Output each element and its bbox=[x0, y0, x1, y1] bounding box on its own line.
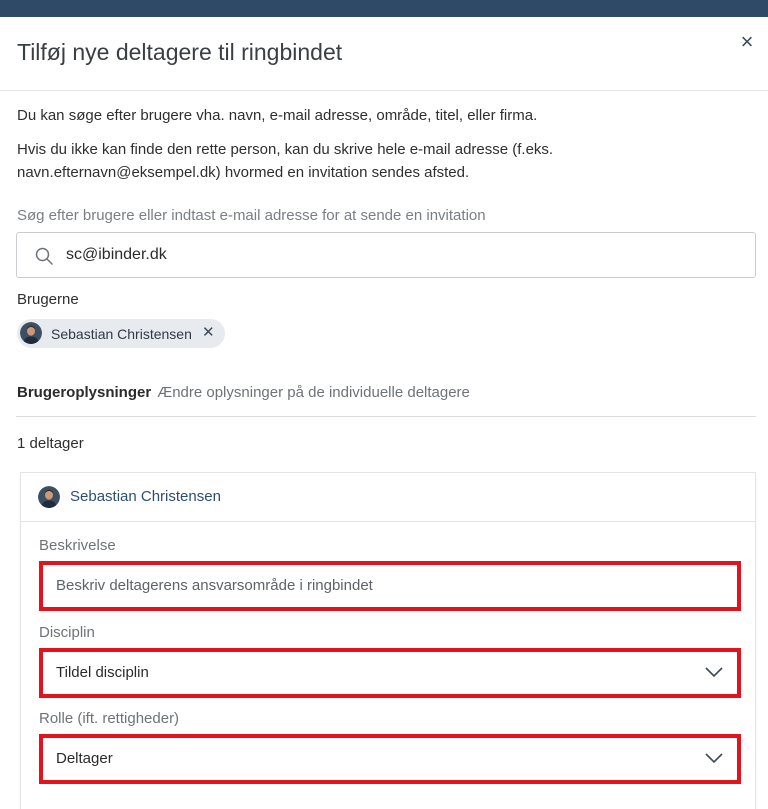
avatar bbox=[20, 322, 42, 344]
user-info-subtitle: Ændre oplysninger på de individuelle del… bbox=[157, 384, 470, 401]
divider bbox=[16, 416, 756, 417]
discipline-label: Disciplin bbox=[39, 624, 95, 641]
role-value: Deltager bbox=[56, 750, 113, 767]
search-input[interactable] bbox=[66, 233, 726, 277]
user-chip: Sebastian Christensen ✕ bbox=[17, 319, 225, 348]
remove-user-button[interactable]: ✕ bbox=[202, 323, 215, 341]
modal-title: Tilføj nye deltagere til ringbindet bbox=[17, 39, 343, 65]
participant-count: 1 deltager bbox=[17, 435, 84, 452]
role-label: Rolle (ift. rettigheder) bbox=[39, 710, 180, 727]
description-placeholder: Beskriv deltagerens ansvarsområde i ring… bbox=[56, 577, 373, 594]
search-box[interactable] bbox=[16, 232, 756, 278]
users-label: Brugerne bbox=[17, 291, 79, 308]
participant-name[interactable]: Sebastian Christensen bbox=[70, 488, 221, 505]
search-icon bbox=[35, 247, 53, 265]
user-info-heading: Brugeroplysninger Ændre oplysninger på de… bbox=[17, 384, 470, 401]
description-label: Beskrivelse bbox=[39, 537, 116, 554]
close-icon: × bbox=[740, 29, 754, 54]
chip-user-name: Sebastian Christensen bbox=[51, 326, 192, 342]
discipline-value: Tildel disciplin bbox=[56, 664, 149, 681]
description-input[interactable]: Beskriv deltagerens ansvarsområde i ring… bbox=[39, 561, 741, 611]
discipline-select[interactable]: Tildel disciplin bbox=[39, 648, 741, 698]
user-info-title: Brugeroplysninger bbox=[17, 384, 152, 401]
avatar bbox=[38, 486, 60, 508]
participant-card-header[interactable]: Sebastian Christensen bbox=[21, 473, 755, 522]
intro-text-2: Hvis du ikke kan finde den rette person,… bbox=[17, 141, 554, 181]
participant-card: Sebastian Christensen Beskrivelse Beskri… bbox=[20, 472, 756, 809]
chevron-down-icon bbox=[705, 667, 723, 678]
search-label: Søg efter brugere eller indtast e-mail a… bbox=[17, 207, 486, 224]
close-button[interactable]: × bbox=[734, 29, 760, 55]
chevron-down-icon bbox=[705, 753, 723, 764]
modal-header: Tilføj nye deltagere til ringbindet × bbox=[0, 17, 768, 91]
role-select[interactable]: Deltager bbox=[39, 734, 741, 784]
intro-text-1: Du kan søge efter brugere vha. navn, e-m… bbox=[17, 107, 538, 124]
top-bar bbox=[0, 0, 768, 17]
